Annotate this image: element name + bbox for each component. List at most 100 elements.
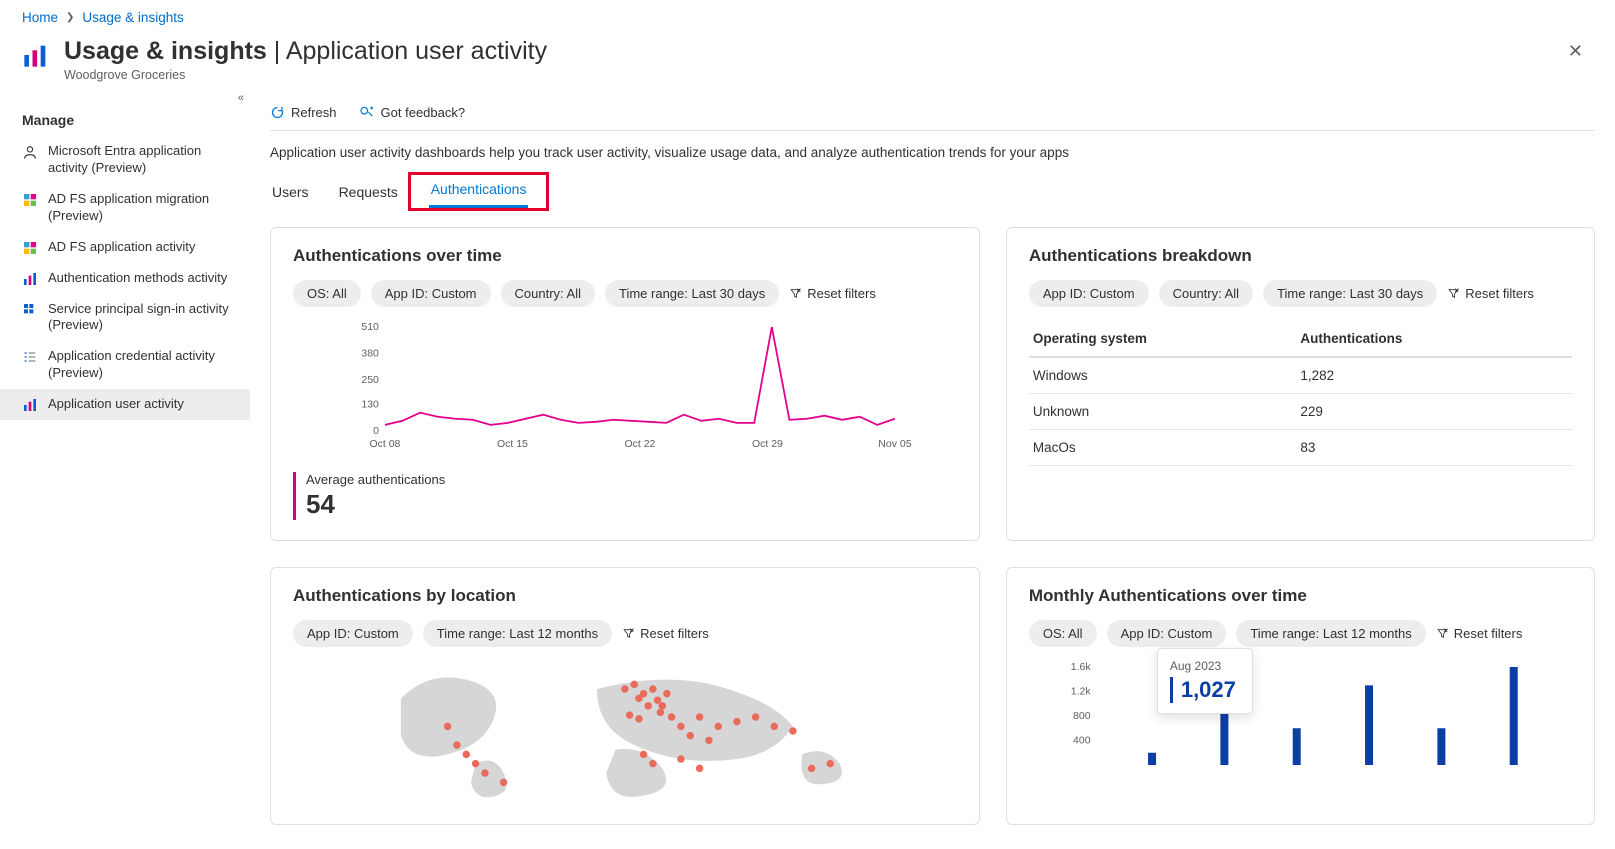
refresh-button[interactable]: Refresh	[270, 105, 337, 120]
filter-chip[interactable]: App ID: Custom	[1029, 280, 1149, 307]
card-auth-breakdown: Authentications breakdown App ID: Custom…	[1006, 227, 1595, 541]
tabs: Users Requests Authentications	[270, 178, 1595, 209]
filter-chip[interactable]: OS: All	[293, 280, 361, 307]
filter-clear-icon	[1447, 287, 1460, 300]
refresh-icon	[270, 105, 285, 120]
bar-chart: 400 800 1.2k 1.6k	[1029, 661, 1572, 771]
breadcrumb-current[interactable]: Usage & insights	[82, 10, 183, 25]
sidebar-item-label: Microsoft Entra application activity (Pr…	[48, 143, 236, 177]
filter-chip[interactable]: Country: All	[1159, 280, 1253, 307]
page-header: Usage & insights | Application user acti…	[0, 31, 1615, 92]
table-row[interactable]: Windows1,282	[1029, 358, 1572, 394]
sidebar-item-label: AD FS application activity	[48, 239, 195, 256]
card-auth-by-location: Authentications by location App ID: Cust…	[270, 567, 980, 825]
feedback-icon	[359, 104, 375, 120]
svg-text:Oct 08: Oct 08	[369, 438, 400, 450]
filter-chip[interactable]: Time range: Last 12 months	[1236, 620, 1425, 647]
chart-tooltip: Aug 2023 1,027	[1157, 648, 1253, 714]
filter-clear-icon	[622, 627, 635, 640]
card-title: Authentications by location	[293, 586, 957, 606]
filter-chip[interactable]: Time range: Last 30 days	[605, 280, 779, 307]
sidebar: « Manage Microsoft Entra application act…	[0, 92, 250, 825]
svg-text:0: 0	[373, 425, 379, 437]
tab[interactable]: Users	[270, 178, 311, 208]
feedback-button[interactable]: Got feedback?	[359, 104, 466, 120]
sidebar-item[interactable]: AD FS application migration (Preview)	[0, 184, 250, 232]
svg-text:Nov 05: Nov 05	[878, 438, 911, 450]
col-os: Operating system	[1033, 331, 1301, 346]
close-button[interactable]: ✕	[1558, 37, 1593, 66]
svg-text:800: 800	[1073, 710, 1091, 722]
table-row[interactable]: Unknown229	[1029, 394, 1572, 430]
tab-highlight: Authentications	[408, 172, 550, 211]
sidebar-item[interactable]: Authentication methods activity	[0, 263, 250, 294]
reset-filters-button[interactable]: Reset filters	[622, 626, 709, 641]
col-auth: Authentications	[1300, 331, 1568, 346]
sidebar-item[interactable]: Microsoft Entra application activity (Pr…	[0, 136, 250, 184]
cell-count: 1,282	[1300, 368, 1568, 383]
card-title: Monthly Authentications over time	[1029, 586, 1572, 606]
svg-text:130: 130	[361, 398, 379, 410]
page-title-main: Usage & insights	[64, 37, 267, 65]
page-description: Application user activity dashboards hel…	[270, 131, 1595, 178]
command-bar: Refresh Got feedback?	[270, 100, 1595, 131]
sidebar-item[interactable]: AD FS application activity	[0, 232, 250, 263]
sidebar-item-icon	[22, 349, 38, 365]
sidebar-item-label: AD FS application migration (Preview)	[48, 191, 236, 225]
filter-chip[interactable]: Time range: Last 30 days	[1263, 280, 1437, 307]
svg-text:Oct 29: Oct 29	[752, 438, 783, 450]
card-monthly-auth: Monthly Authentications over time OS: Al…	[1006, 567, 1595, 825]
card-title: Authentications breakdown	[1029, 246, 1572, 266]
filter-chip[interactable]: Country: All	[501, 280, 595, 307]
cell-count: 83	[1300, 440, 1568, 455]
cell-os: Windows	[1033, 368, 1301, 383]
main-content: Refresh Got feedback? Application user a…	[250, 92, 1615, 825]
cell-count: 229	[1300, 404, 1568, 419]
sidebar-item-label: Service principal sign-in activity (Prev…	[48, 301, 236, 335]
sidebar-item-icon	[22, 271, 38, 287]
reset-filters-button[interactable]: Reset filters	[1436, 626, 1523, 641]
sidebar-item-label: Application user activity	[48, 396, 184, 413]
sidebar-heading: Manage	[0, 96, 250, 136]
cell-os: Unknown	[1033, 404, 1301, 419]
breadcrumb: Home ❯ Usage & insights	[0, 0, 1615, 31]
tooltip-date: Aug 2023	[1170, 659, 1236, 673]
metric-label: Average authentications	[306, 472, 957, 487]
breadcrumb-home[interactable]: Home	[22, 10, 58, 25]
sidebar-item[interactable]: Service principal sign-in activity (Prev…	[0, 294, 250, 342]
table-row[interactable]: MacOs83	[1029, 430, 1572, 466]
filter-chip[interactable]: OS: All	[1029, 620, 1097, 647]
collapse-sidebar-button[interactable]: «	[238, 92, 244, 104]
filter-clear-icon	[789, 287, 802, 300]
filter-row: App ID: Custom Time range: Last 12 months…	[293, 620, 957, 647]
insights-icon	[22, 41, 50, 69]
svg-text:1.6k: 1.6k	[1071, 661, 1092, 673]
sidebar-item-icon	[22, 192, 38, 208]
page-tenant: Woodgrove Groceries	[64, 68, 547, 82]
filter-chip[interactable]: Time range: Last 12 months	[423, 620, 612, 647]
table-header: Operating system Authentications	[1029, 321, 1572, 358]
reset-filters-button[interactable]: Reset filters	[789, 286, 876, 301]
sidebar-item-label: Authentication methods activity	[48, 270, 227, 287]
sidebar-item-icon	[22, 144, 38, 160]
tab[interactable]: Authentications	[429, 175, 529, 208]
tab[interactable]: Requests	[337, 178, 400, 208]
line-chart: 0130250380510 Oct 08Oct 15Oct 22Oct 29No…	[293, 321, 957, 451]
svg-text:Oct 22: Oct 22	[624, 438, 655, 450]
filter-chip[interactable]: App ID: Custom	[1107, 620, 1227, 647]
svg-text:380: 380	[361, 348, 379, 360]
filter-chip[interactable]: App ID: Custom	[293, 620, 413, 647]
sidebar-item[interactable]: Application credential activity (Preview…	[0, 341, 250, 389]
tooltip-bar-icon	[1170, 677, 1173, 703]
page-title-sep: |	[267, 37, 286, 65]
svg-text:Oct 15: Oct 15	[497, 438, 528, 450]
filter-row: OS: All App ID: Custom Time range: Last 12…	[1029, 620, 1572, 647]
svg-text:400: 400	[1073, 735, 1091, 747]
metric-avg-auth: Average authentications 54	[293, 472, 957, 520]
svg-text:1.2k: 1.2k	[1071, 686, 1092, 698]
sidebar-item[interactable]: Application user activity	[0, 389, 250, 420]
filter-clear-icon	[1436, 627, 1449, 640]
world-map	[293, 661, 957, 801]
reset-filters-button[interactable]: Reset filters	[1447, 286, 1534, 301]
filter-chip[interactable]: App ID: Custom	[371, 280, 491, 307]
